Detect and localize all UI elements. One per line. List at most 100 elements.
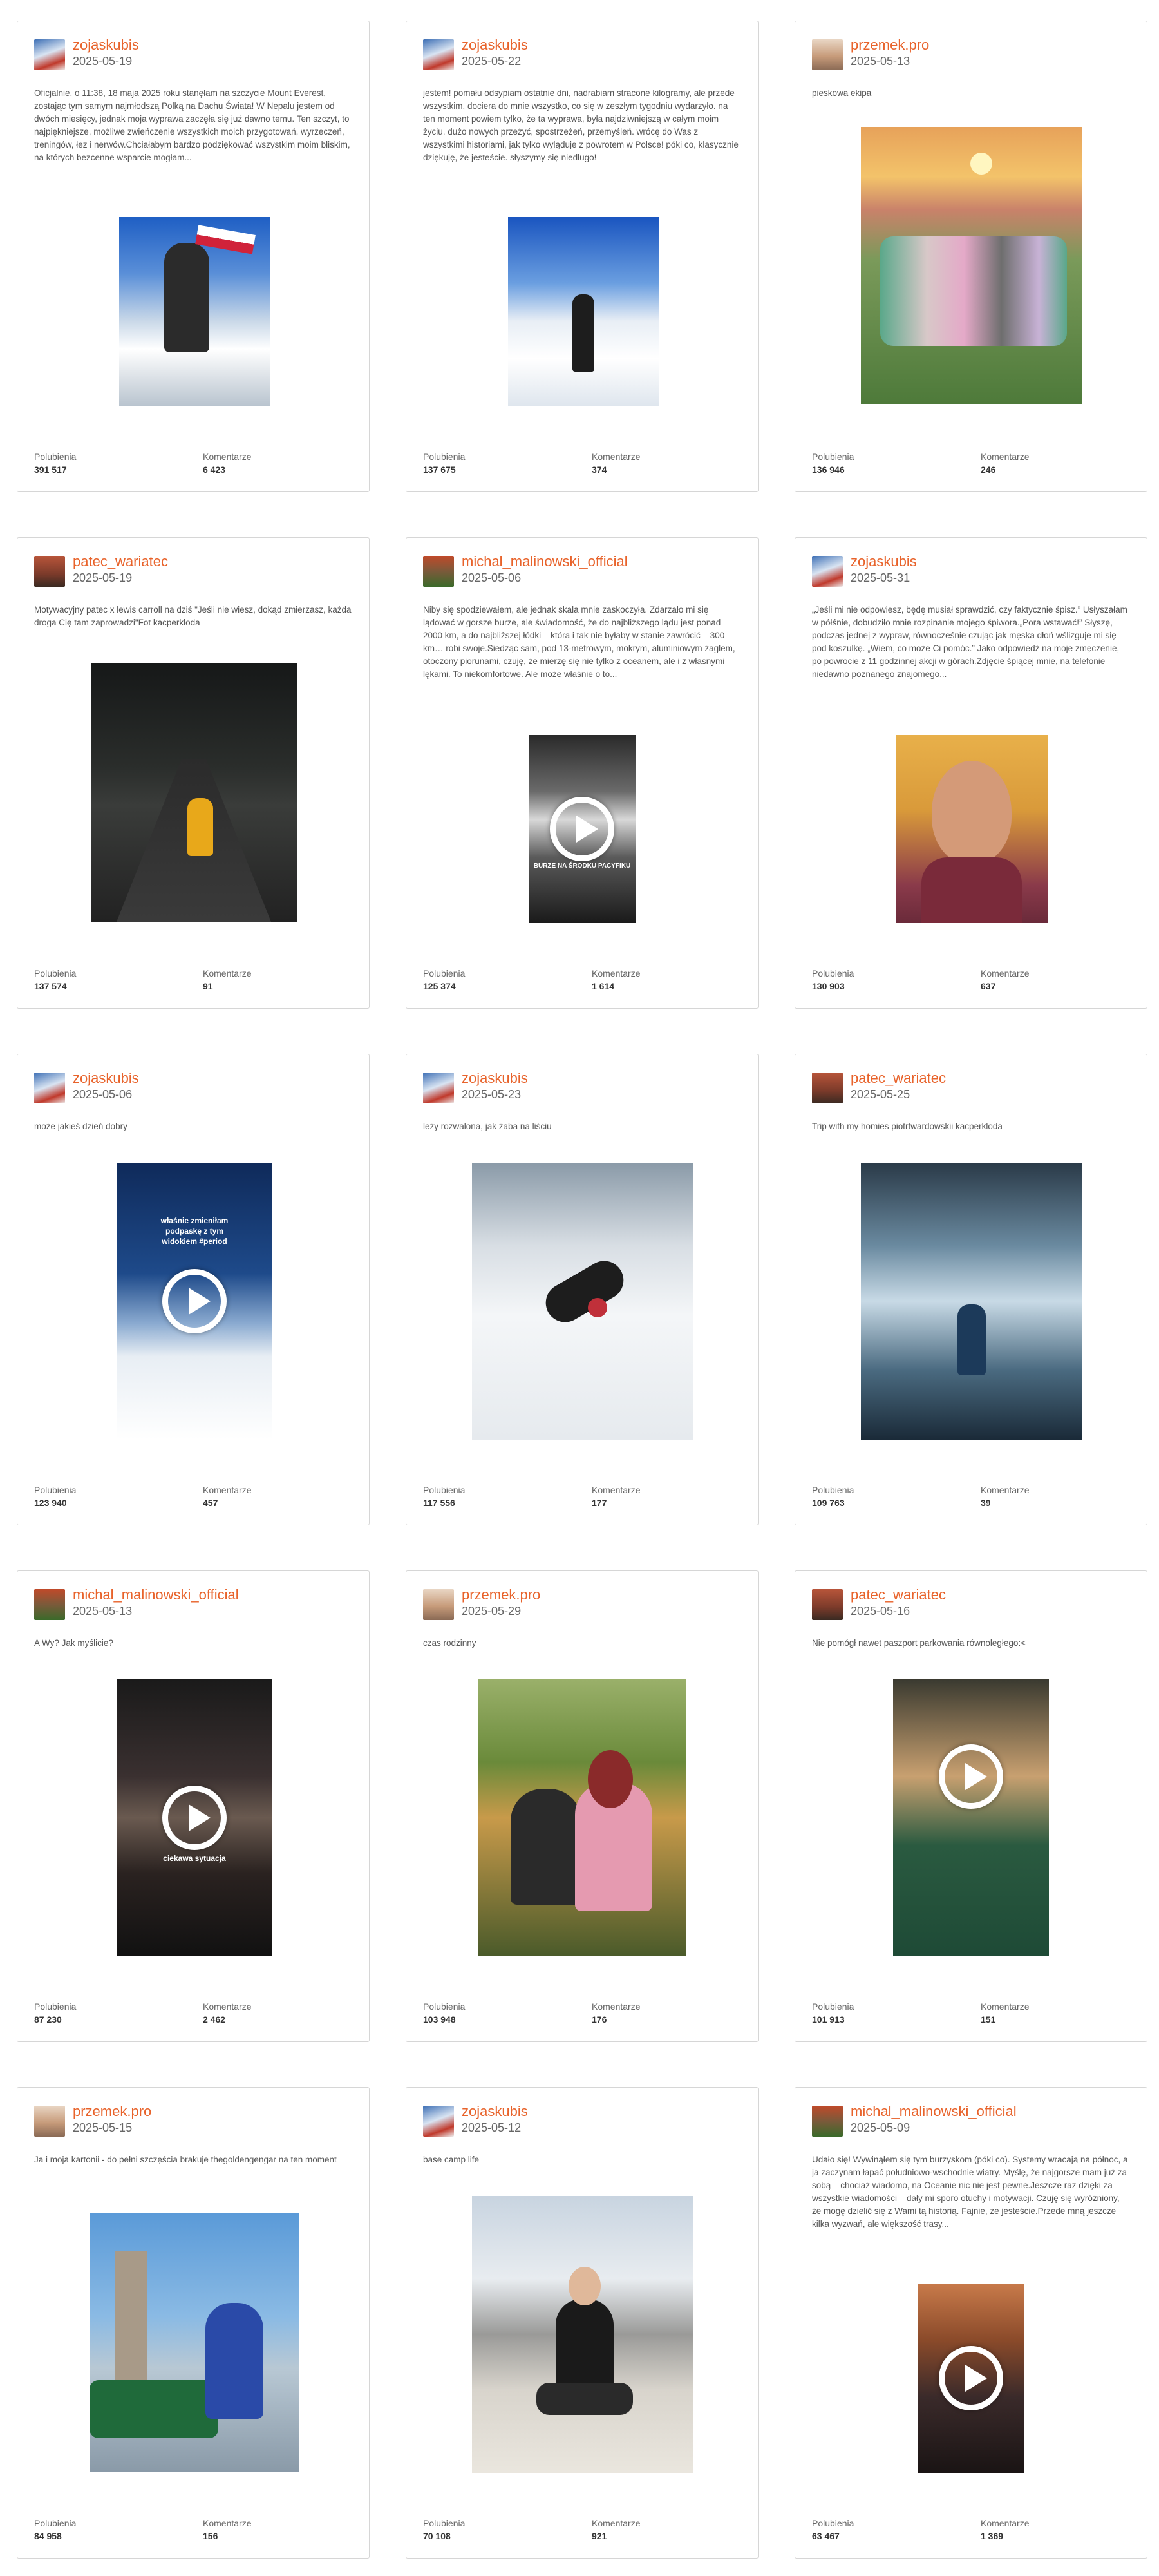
post-card[interactable]: zojaskubis 2025-05-19 Oficjalnie, o 11:3… — [17, 21, 370, 492]
post-image[interactable] — [508, 217, 659, 406]
post-image[interactable] — [119, 217, 270, 406]
likes-count: 101 913 — [812, 2014, 845, 2025]
post-image[interactable] — [861, 127, 1082, 404]
post-video[interactable] — [893, 1679, 1049, 1956]
post-date: 2025-05-19 — [73, 571, 133, 584]
post-stats: Polubienia 123 940 Komentarze 457 — [34, 1485, 352, 1511]
username-link[interactable]: przemek.pro — [462, 1587, 540, 1603]
post-image[interactable] — [91, 663, 297, 922]
post-card[interactable]: michal_malinowski_official 2025-05-09 Ud… — [795, 2087, 1147, 2559]
likes-stat: Polubienia 391 517 — [34, 452, 76, 475]
avatar[interactable] — [423, 1589, 454, 1620]
post-stats: Polubienia 70 108 Komentarze 921 — [423, 2518, 741, 2544]
post-card[interactable]: zojaskubis 2025-05-31 „Jeśli mi nie odpo… — [795, 537, 1147, 1009]
post-header: zojaskubis 2025-05-22 — [423, 37, 745, 70]
username-link[interactable]: zojaskubis — [462, 1070, 528, 1087]
comments-count: 1 369 — [981, 2531, 1004, 2541]
avatar[interactable] — [34, 39, 65, 70]
post-stats: Polubienia 87 230 Komentarze 2 462 — [34, 2001, 352, 2027]
avatar[interactable] — [812, 1589, 843, 1620]
avatar[interactable] — [34, 1589, 65, 1620]
avatar[interactable] — [812, 1073, 843, 1103]
post-image[interactable] — [90, 2213, 299, 2472]
post-video[interactable]: właśnie zmieniłam podpaskę z tym widokie… — [117, 1163, 272, 1440]
likes-count: 137 574 — [34, 981, 67, 991]
post-card[interactable]: przemek.pro 2025-05-15 Ja i moja kartoni… — [17, 2087, 370, 2559]
post-card[interactable]: przemek.pro 2025-05-13 pieskowa ekipa Po… — [795, 21, 1147, 492]
post-card[interactable]: zojaskubis 2025-05-06 może jakieś dzień … — [17, 1054, 370, 1525]
post-header: zojaskubis 2025-05-23 — [423, 1070, 745, 1103]
play-icon[interactable] — [162, 1786, 227, 1850]
post-header: patec_wariatec 2025-05-19 — [34, 553, 356, 587]
comments-label: Komentarze — [203, 968, 252, 978]
avatar[interactable] — [423, 1073, 454, 1103]
post-card[interactable]: patec_wariatec 2025-05-25 Trip with my h… — [795, 1054, 1147, 1525]
post-video[interactable]: ciekawa sytuacja — [117, 1679, 272, 1956]
play-icon[interactable] — [939, 2346, 1003, 2410]
avatar[interactable] — [423, 2106, 454, 2137]
avatar[interactable] — [423, 556, 454, 587]
post-header: michal_malinowski_official 2025-05-09 — [812, 2103, 1134, 2137]
comments-count: 91 — [203, 981, 213, 991]
post-video[interactable]: BURZE NA ŚRODKU PACYFIKU — [529, 735, 636, 923]
post-date: 2025-05-09 — [851, 2121, 910, 2134]
post-image[interactable] — [896, 735, 1048, 923]
post-card[interactable]: michal_malinowski_official 2025-05-13 A … — [17, 1570, 370, 2042]
post-caption: base camp life — [423, 2155, 480, 2164]
username-link[interactable]: zojaskubis — [73, 37, 139, 53]
username-link[interactable]: patec_wariatec — [851, 1070, 946, 1087]
username-link[interactable]: zojaskubis — [462, 37, 528, 53]
username-link[interactable]: zojaskubis — [851, 553, 917, 570]
avatar[interactable] — [812, 2106, 843, 2137]
likes-count: 137 675 — [423, 464, 456, 475]
comments-label: Komentarze — [203, 452, 252, 462]
post-card[interactable]: przemek.pro 2025-05-29 czas rodzinny Pol… — [406, 1570, 759, 2042]
username-link[interactable]: zojaskubis — [462, 2103, 528, 2120]
likes-stat: Polubienia 123 940 — [34, 1485, 76, 1508]
post-date: 2025-05-15 — [73, 2121, 133, 2134]
play-icon[interactable] — [162, 1269, 227, 1333]
post-date: 2025-05-31 — [851, 571, 910, 584]
post-card[interactable]: zojaskubis 2025-05-12 base camp life Pol… — [406, 2087, 759, 2559]
avatar[interactable] — [812, 39, 843, 70]
username-link[interactable]: zojaskubis — [73, 1070, 139, 1087]
username-link[interactable]: michal_malinowski_official — [462, 553, 628, 570]
username-link[interactable]: michal_malinowski_official — [73, 1587, 239, 1603]
play-icon[interactable] — [550, 797, 614, 861]
likes-label: Polubienia — [812, 1485, 854, 1495]
username-link[interactable]: patec_wariatec — [73, 553, 168, 570]
avatar[interactable] — [812, 556, 843, 587]
post-card[interactable]: zojaskubis 2025-05-22 jestem! pomału ods… — [406, 21, 759, 492]
post-stats: Polubienia 84 958 Komentarze 156 — [34, 2518, 352, 2544]
username-link[interactable]: patec_wariatec — [851, 1587, 946, 1603]
post-image[interactable] — [478, 1679, 686, 1956]
avatar[interactable] — [34, 2106, 65, 2137]
post-card[interactable]: michal_malinowski_official 2025-05-06 Ni… — [406, 537, 759, 1009]
post-image[interactable] — [472, 1163, 693, 1440]
post-image[interactable] — [472, 2196, 693, 2473]
post-card[interactable]: patec_wariatec 2025-05-16 Nie pomógł naw… — [795, 1570, 1147, 2042]
username-link[interactable]: przemek.pro — [73, 2103, 151, 2120]
post-stats: Polubienia 103 948 Komentarze 176 — [423, 2001, 741, 2027]
avatar[interactable] — [34, 1073, 65, 1103]
post-card[interactable]: patec_wariatec 2025-05-19 Motywacyjny pa… — [17, 537, 370, 1009]
comments-label: Komentarze — [981, 452, 1030, 462]
avatar[interactable] — [34, 556, 65, 587]
username-link[interactable]: przemek.pro — [851, 37, 929, 53]
likes-label: Polubienia — [423, 968, 466, 978]
likes-count: 130 903 — [812, 981, 845, 991]
comments-stat: Komentarze 921 — [592, 2518, 640, 2541]
play-icon[interactable] — [939, 1744, 1003, 1809]
post-date: 2025-05-29 — [462, 1605, 522, 1617]
post-header: patec_wariatec 2025-05-25 — [812, 1070, 1134, 1103]
post-image[interactable] — [861, 1163, 1082, 1440]
post-caption: jestem! pomału odsypiam ostatnie dni, na… — [423, 88, 739, 162]
comments-stat: Komentarze 1 614 — [592, 968, 640, 991]
avatar[interactable] — [423, 39, 454, 70]
username-link[interactable]: michal_malinowski_official — [851, 2103, 1017, 2120]
post-stats: Polubienia 63 467 Komentarze 1 369 — [812, 2518, 1130, 2544]
post-video[interactable] — [918, 2284, 1024, 2473]
comments-count: 156 — [203, 2531, 218, 2541]
post-card[interactable]: zojaskubis 2025-05-23 leży rozwalona, ja… — [406, 1054, 759, 1525]
post-caption: czas rodzinny — [423, 1638, 476, 1648]
